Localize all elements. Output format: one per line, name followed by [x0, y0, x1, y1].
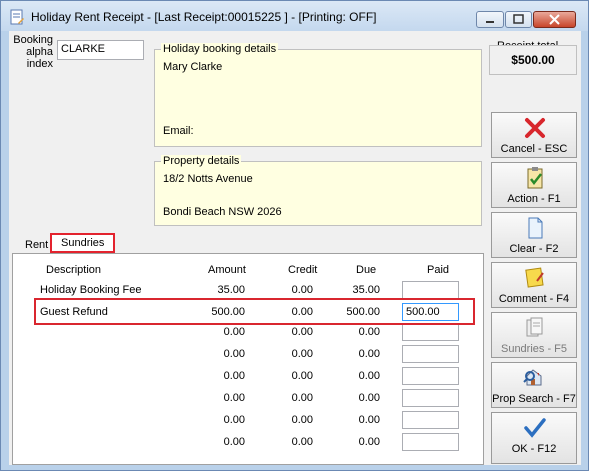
- tab-sundries[interactable]: Sundries: [50, 233, 116, 253]
- action-button-label: Action - F1: [507, 193, 561, 205]
- paid-input[interactable]: [402, 345, 459, 363]
- paid-input[interactable]: [402, 323, 459, 341]
- row-credit: 0.00: [291, 284, 313, 296]
- booking-alpha-index-input[interactable]: CLARKE: [57, 40, 144, 60]
- clear-button[interactable]: Clear - F2: [491, 212, 577, 258]
- holiday-booking-details-group: Holiday booking details Mary Clarke Emai…: [154, 43, 482, 147]
- cancel-button-label: Cancel - ESC: [500, 143, 568, 155]
- cancel-button[interactable]: Cancel - ESC: [491, 112, 577, 158]
- row-due: 35.00: [352, 284, 380, 296]
- row-due: 0.00: [358, 326, 380, 338]
- clear-button-label: Clear - F2: [509, 243, 559, 255]
- receipt-total-value: $500.00: [489, 45, 577, 75]
- row-credit: 0.00: [291, 370, 313, 382]
- paid-input[interactable]: [402, 389, 459, 407]
- sundries-button[interactable]: Sundries - F5: [491, 312, 577, 358]
- row-amount: 0.00: [223, 348, 245, 360]
- header-due: Due: [356, 264, 377, 276]
- header-paid: Paid: [427, 264, 450, 276]
- checkmark-icon: [524, 418, 546, 438]
- documents-icon: [526, 317, 543, 337]
- property-address-line1: 18/2 Notts Avenue: [163, 173, 253, 185]
- action-button[interactable]: Action - F1: [491, 162, 577, 208]
- maximize-button[interactable]: [505, 11, 532, 28]
- row-description: Holiday Booking Fee: [40, 284, 142, 296]
- close-button[interactable]: [533, 11, 576, 28]
- minimize-icon: [486, 21, 494, 23]
- property-legend: Property details: [161, 155, 242, 167]
- paid-input[interactable]: [402, 411, 459, 429]
- row-due: 0.00: [358, 370, 380, 382]
- guest-refund-row-highlight: [34, 298, 475, 325]
- sundries-button-label: Sundries - F5: [500, 343, 568, 355]
- minimize-button[interactable]: [476, 11, 504, 28]
- receipt-app-icon: [10, 9, 24, 25]
- header-amount: Amount: [208, 264, 246, 276]
- row-credit: 0.00: [291, 348, 313, 360]
- row-amount: 35.00: [217, 284, 245, 296]
- ok-button[interactable]: OK - F12: [491, 412, 577, 464]
- row-credit: 0.00: [291, 392, 313, 404]
- header-credit: Credit: [288, 264, 318, 276]
- property-details-group: Property details 18/2 Notts Avenue Bondi…: [154, 155, 482, 226]
- window-title: Holiday Rent Receipt - [Last Receipt:000…: [31, 10, 377, 24]
- row-credit: 0.00: [291, 436, 313, 448]
- app-window: Holiday Rent Receipt - [Last Receipt:000…: [0, 0, 589, 471]
- booking-label: Booking alpha index: [13, 34, 53, 70]
- comment-button[interactable]: Comment - F4: [491, 262, 577, 308]
- paid-input[interactable]: [402, 433, 459, 451]
- email-label: Email:: [163, 125, 194, 137]
- paid-input[interactable]: [402, 367, 459, 385]
- row-due: 0.00: [358, 414, 380, 426]
- maximize-icon: [513, 14, 524, 24]
- row-amount: 0.00: [223, 414, 245, 426]
- close-icon: [549, 14, 560, 25]
- row-amount: 0.00: [223, 436, 245, 448]
- red-x-icon: [525, 118, 545, 138]
- clipboard-check-icon: [527, 167, 543, 189]
- comment-note-icon: [525, 267, 544, 288]
- comment-button-label: Comment - F4: [498, 293, 570, 305]
- header-description: Description: [46, 264, 102, 276]
- row-due: 0.00: [358, 392, 380, 404]
- property-address-line2: Bondi Beach NSW 2026: [163, 206, 282, 218]
- row-amount: 0.00: [223, 326, 245, 338]
- row-credit: 0.00: [291, 326, 313, 338]
- title-bar: Holiday Rent Receipt - [Last Receipt:000…: [1, 1, 588, 31]
- ok-button-label: OK - F12: [511, 443, 557, 455]
- row-amount: 0.00: [223, 392, 245, 404]
- tab-rent[interactable]: Rent: [21, 236, 52, 254]
- prop-search-button[interactable]: Prop Search - F7: [491, 362, 577, 408]
- blank-page-icon: [528, 217, 543, 239]
- paid-input[interactable]: [402, 281, 459, 299]
- holiday-booking-legend: Holiday booking details: [161, 43, 279, 55]
- row-due: 0.00: [358, 436, 380, 448]
- row-amount: 0.00: [223, 370, 245, 382]
- prop-search-button-label: Prop Search - F7: [492, 393, 576, 405]
- row-due: 0.00: [358, 348, 380, 360]
- guest-name: Mary Clarke: [163, 61, 223, 73]
- row-credit: 0.00: [291, 414, 313, 426]
- client-area: Booking alpha index CLARKE Holiday booki…: [9, 31, 581, 465]
- house-search-icon: [523, 369, 542, 386]
